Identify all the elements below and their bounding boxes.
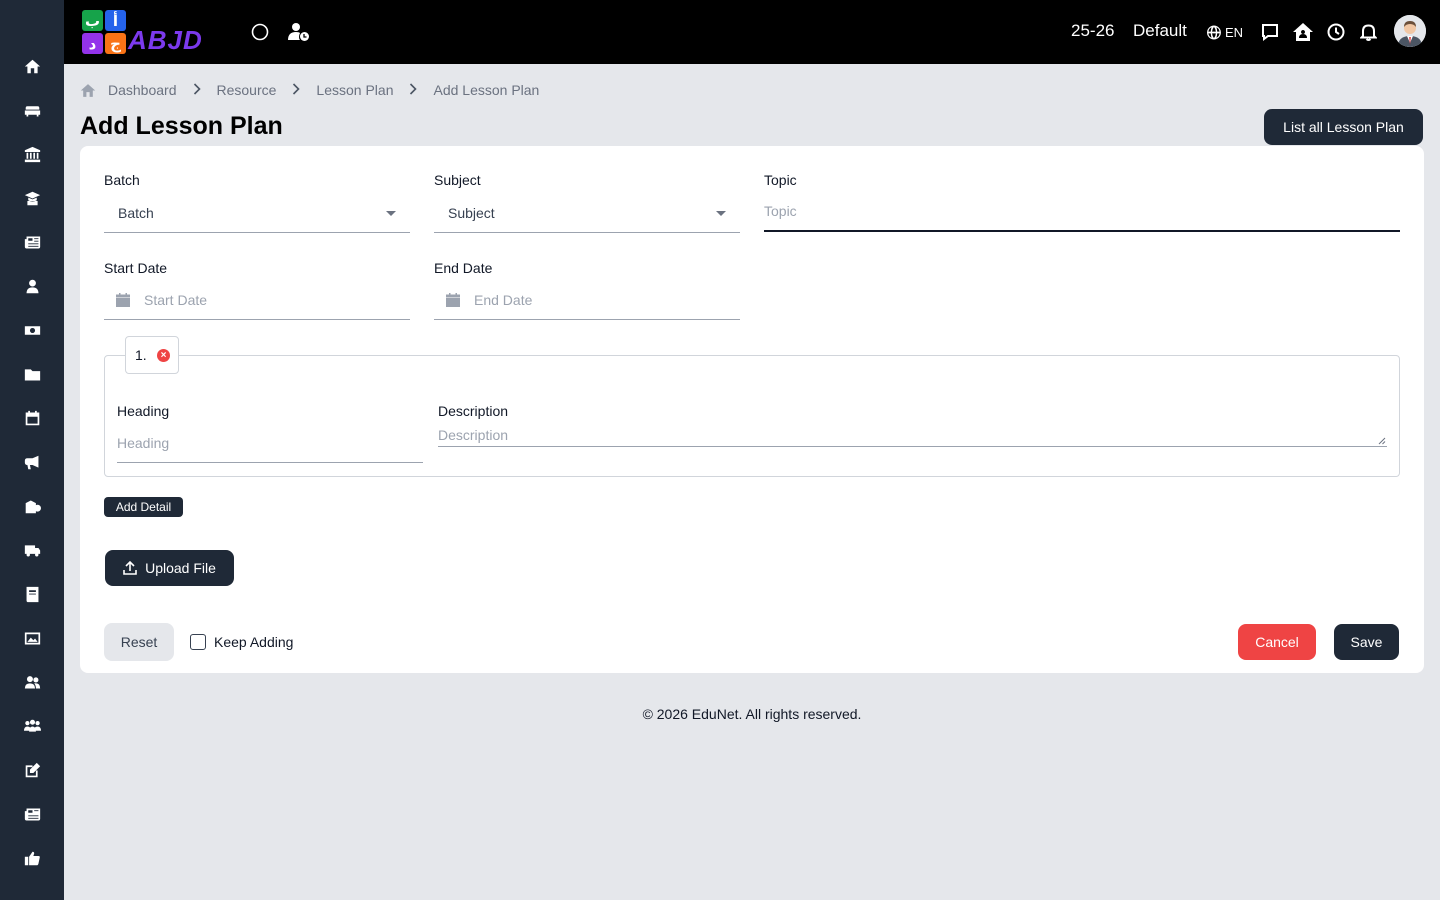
end-date-field: [434, 280, 740, 320]
image-icon[interactable]: [22, 628, 42, 648]
breadcrumb-lesson-plan[interactable]: Lesson Plan: [316, 82, 393, 98]
sofa-icon[interactable]: [22, 100, 42, 120]
detail-number: 1. ×: [125, 336, 179, 374]
batch-select[interactable]: Batch: [104, 193, 410, 233]
megaphone-icon[interactable]: [22, 452, 42, 472]
detail-index: 1.: [135, 347, 147, 363]
language-switcher[interactable]: EN: [1207, 20, 1243, 44]
breadcrumb: Dashboard Resource Lesson Plan Add Lesso…: [80, 80, 539, 100]
heading-input[interactable]: [117, 434, 423, 451]
keep-adding-checkbox[interactable]: [190, 634, 206, 650]
book-icon[interactable]: [22, 584, 42, 604]
start-date-input[interactable]: [144, 291, 410, 308]
profile-name[interactable]: Default: [1133, 21, 1187, 41]
edit-icon[interactable]: [22, 760, 42, 780]
avatar[interactable]: [1394, 15, 1426, 47]
keep-adding-option[interactable]: Keep Adding: [190, 634, 293, 650]
chevron-right-icon: [292, 82, 301, 98]
chevron-right-icon: [409, 82, 418, 98]
description-placeholder: Description: [438, 427, 509, 443]
folder-icon[interactable]: [22, 364, 42, 384]
chevron-right-icon: [193, 82, 201, 98]
page-title: Add Lesson Plan: [80, 112, 283, 140]
chat-icon[interactable]: [1260, 20, 1280, 44]
logo-tile: ج: [105, 33, 126, 54]
reset-button[interactable]: Reset: [104, 623, 174, 661]
cancel-button[interactable]: Cancel: [1238, 624, 1316, 660]
institution-icon[interactable]: [22, 144, 42, 164]
circle-icon[interactable]: [250, 20, 270, 44]
user-clock-icon[interactable]: [288, 20, 310, 44]
logo-tile: أ: [105, 10, 126, 31]
thumbs-up-icon[interactable]: [22, 848, 42, 868]
upload-icon: [123, 561, 137, 575]
topic-label: Topic: [764, 172, 797, 188]
caret-down-icon: [386, 211, 396, 216]
resize-handle-icon[interactable]: [1378, 437, 1386, 445]
logo-tile: د: [82, 33, 103, 54]
people-group-icon[interactable]: [22, 716, 42, 736]
description-textarea[interactable]: Description: [438, 427, 1387, 447]
news-icon[interactable]: [22, 804, 42, 824]
clock-icon[interactable]: [1326, 20, 1346, 44]
keep-adding-label: Keep Adding: [214, 634, 294, 650]
lesson-detail-group: Heading Description Description: [104, 355, 1400, 477]
caret-down-icon: [716, 211, 726, 216]
topic-input[interactable]: [764, 203, 1400, 219]
list-all-lesson-plan-button[interactable]: List all Lesson Plan: [1264, 109, 1423, 145]
money-icon[interactable]: [22, 320, 42, 340]
breadcrumb-current: Add Lesson Plan: [433, 82, 540, 98]
upload-file-label: Upload File: [145, 560, 216, 576]
calendar-icon: [116, 292, 130, 307]
home-icon[interactable]: [80, 83, 96, 98]
user-icon[interactable]: [22, 276, 42, 296]
batch-label: Batch: [104, 172, 140, 188]
remove-detail-icon[interactable]: ×: [157, 349, 170, 362]
batch-value: Batch: [118, 204, 154, 221]
calendar-icon: [446, 292, 460, 307]
topic-field: [764, 192, 1400, 232]
top-bar: ب أ د ج ABJD 25-26 Default EN: [64, 0, 1440, 64]
newspaper-icon[interactable]: [22, 232, 42, 252]
truck-icon[interactable]: [22, 540, 42, 560]
add-detail-button[interactable]: Add Detail: [104, 497, 183, 517]
heading-label: Heading: [117, 403, 170, 419]
home-icon[interactable]: [22, 56, 42, 76]
upload-file-button[interactable]: Upload File: [105, 550, 234, 586]
calendar-icon[interactable]: [22, 408, 42, 428]
abjd-logo[interactable]: ب أ د ج ABJD: [80, 8, 226, 58]
logo-tile: ب: [82, 10, 103, 31]
description-label: Description: [438, 403, 509, 419]
heading-field: [117, 423, 423, 463]
lesson-plan-form: Batch Batch Subject Subject Topic Start …: [80, 146, 1424, 673]
bell-icon[interactable]: [1358, 20, 1378, 44]
footer-copyright: © 2026 EduNet. All rights reserved.: [642, 706, 862, 722]
breadcrumb-resource[interactable]: Resource: [217, 82, 277, 98]
save-button[interactable]: Save: [1334, 624, 1399, 660]
sidebar: [0, 0, 64, 900]
subject-select[interactable]: Subject: [434, 193, 740, 233]
end-date-label: End Date: [434, 260, 493, 276]
logo-wordmark: ABJD: [128, 25, 203, 55]
academic-session[interactable]: 25-26: [1071, 21, 1114, 41]
graduate-icon[interactable]: [22, 188, 42, 208]
language-label: EN: [1224, 24, 1243, 40]
users-icon[interactable]: [22, 672, 42, 692]
globe-icon: [1207, 25, 1221, 39]
start-date-label: Start Date: [104, 260, 168, 276]
subject-label: Subject: [434, 172, 481, 188]
house-user-icon[interactable]: [1292, 20, 1314, 44]
subject-value: Subject: [448, 204, 495, 221]
end-date-input[interactable]: [474, 291, 740, 308]
breadcrumb-dashboard[interactable]: Dashboard: [108, 82, 177, 98]
start-date-field: [104, 280, 410, 320]
building-icon[interactable]: [22, 496, 42, 516]
